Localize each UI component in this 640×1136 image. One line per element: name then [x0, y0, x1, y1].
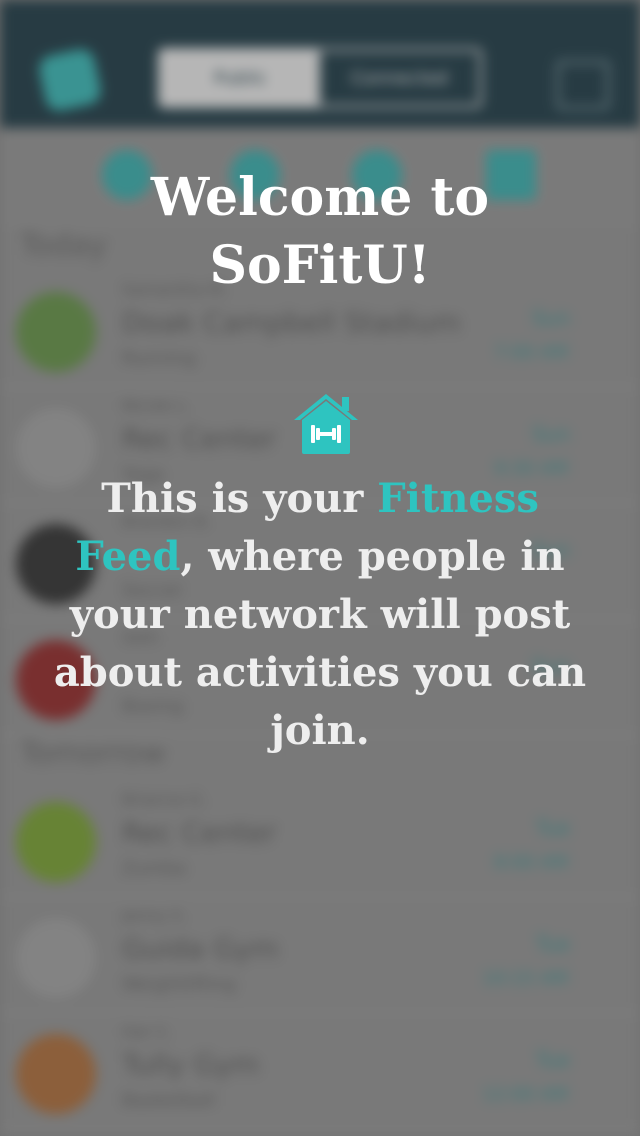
desc-text-before: This is your	[101, 475, 378, 522]
welcome-line-1: Welcome to	[150, 167, 490, 228]
home-dumbbell-icon	[294, 394, 358, 454]
welcome-line-2: SoFitU!	[209, 235, 431, 296]
onboarding-overlay: Welcome to SoFitU! This is your Fitness …	[0, 0, 640, 1136]
fitness-feed-description: This is your Fitness Feed, where people …	[40, 470, 600, 760]
welcome-title: Welcome to SoFitU!	[0, 164, 640, 300]
